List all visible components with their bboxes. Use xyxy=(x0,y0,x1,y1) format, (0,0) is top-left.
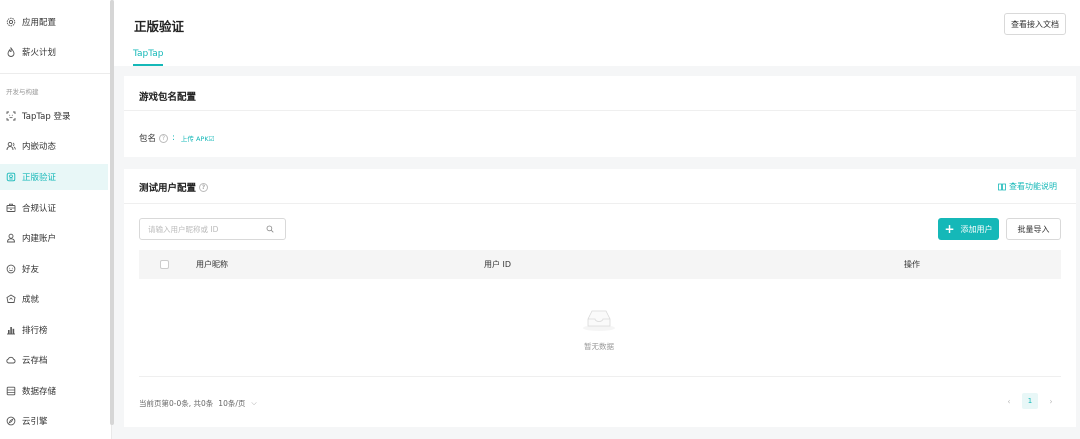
tab-taptap[interactable]: TapTap xyxy=(133,49,163,59)
column-header-user-id: 用户 ID xyxy=(484,260,512,269)
sidebar-item-label: 云引擎 xyxy=(22,417,48,427)
empty-inbox-icon xyxy=(582,310,616,335)
view-docs-button[interactable]: 查看接入文档 xyxy=(1004,13,1066,35)
add-user-button[interactable]: + 添加用户 xyxy=(938,218,999,240)
pagination-info: 当前页第0-0条, 共0条 10条/页 ⌵ xyxy=(139,398,257,409)
pagination: ‹ 1 › xyxy=(1002,393,1058,409)
package-row: 包名 ? : 上传 APK☑ xyxy=(139,132,214,144)
package-config-card: 游戏包名配置 包名 ? : 上传 APK☑ xyxy=(124,76,1076,157)
gear-icon xyxy=(6,17,16,27)
sidebar-section-label: 开发与构建 xyxy=(6,88,39,96)
sidebar-item-label: 数据存储 xyxy=(22,387,57,397)
sidebar-item-taptap-login[interactable]: TapTap 登录 xyxy=(0,103,108,129)
sidebar: 应用配置 薪火计划 开发与构建 TapTap 登录 内嵌动态 正版验证 合规认证 xyxy=(0,0,112,439)
card-divider xyxy=(124,203,1076,204)
card-divider xyxy=(124,110,1076,111)
table-header: 用户昵称 用户 ID 操作 xyxy=(139,250,1061,279)
sidebar-item-friends[interactable]: 好友 xyxy=(0,256,108,282)
test-user-card: 测试用户配置 ? 查看功能说明 + 添加用户 批量导入 用户昵称 用户 ID 操… xyxy=(124,169,1076,427)
footer-divider xyxy=(139,376,1061,377)
search-input[interactable] xyxy=(148,224,266,234)
column-header-actions: 操作 xyxy=(904,260,920,269)
sidebar-item-label: 成就 xyxy=(22,295,40,305)
sidebar-item-cloud-save[interactable]: 云存档 xyxy=(0,347,108,373)
sidebar-item-label: 云存档 xyxy=(22,356,48,366)
package-config-title: 游戏包名配置 xyxy=(139,92,197,103)
page-number-current[interactable]: 1 xyxy=(1022,393,1038,409)
search-box xyxy=(139,218,286,240)
scan-icon xyxy=(6,111,16,121)
column-header-nickname: 用户昵称 xyxy=(196,260,228,269)
engine-icon xyxy=(6,416,16,426)
badge-icon xyxy=(6,172,16,182)
next-page-button[interactable]: › xyxy=(1044,397,1058,406)
empty-text: 暂无数据 xyxy=(584,342,614,351)
bulk-import-button[interactable]: 批量导入 xyxy=(1006,218,1061,240)
page-size-select[interactable]: 10条/页 ⌵ xyxy=(218,398,256,409)
sidebar-item-embedded-moments[interactable]: 内嵌动态 xyxy=(0,133,108,159)
id-card-icon xyxy=(6,203,16,213)
sidebar-item-license-verification[interactable]: 正版验证 xyxy=(0,164,108,190)
database-icon xyxy=(6,386,16,396)
plus-icon: + xyxy=(944,222,955,236)
empty-state: 暂无数据 xyxy=(569,306,629,352)
test-user-title: 测试用户配置 xyxy=(139,183,197,194)
help-icon[interactable]: ? xyxy=(199,182,209,192)
sidebar-item-achievements[interactable]: 成就 xyxy=(0,286,108,312)
tab-active-indicator xyxy=(133,64,163,66)
search-icon[interactable] xyxy=(266,225,274,233)
book-icon xyxy=(998,183,1006,191)
test-user-title-row: 测试用户配置 ? xyxy=(139,180,209,194)
chevron-down-icon: ⌵ xyxy=(251,399,257,407)
select-all-checkbox[interactable] xyxy=(160,260,169,269)
flame-icon xyxy=(6,47,16,57)
sidebar-item-label: 薪火计划 xyxy=(22,48,57,58)
sidebar-item-label: 内嵌动态 xyxy=(22,142,57,152)
package-label: 包名 xyxy=(139,134,157,144)
sidebar-item-cloud-engine[interactable]: 云引擎 xyxy=(0,408,108,434)
sidebar-item-built-in-account[interactable]: 内建账户 xyxy=(0,225,108,251)
users-icon xyxy=(6,141,16,151)
sidebar-item-label: 应用配置 xyxy=(22,18,57,28)
prev-page-button[interactable]: ‹ xyxy=(1002,397,1016,406)
sidebar-item-label: 合规认证 xyxy=(22,204,57,214)
sidebar-divider xyxy=(0,73,110,74)
sidebar-item-leaderboard[interactable]: 排行榜 xyxy=(0,317,108,343)
sidebar-item-label: 排行榜 xyxy=(22,326,48,336)
package-colon: : xyxy=(172,133,175,143)
view-function-docs-link[interactable]: 查看功能说明 xyxy=(998,181,1057,192)
sidebar-item-app-config[interactable]: 应用配置 xyxy=(0,9,108,35)
upload-apk-link[interactable]: 上传 APK☑ xyxy=(181,133,215,143)
sidebar-item-compliance[interactable]: 合规认证 xyxy=(0,195,108,221)
bar-chart-icon xyxy=(6,325,16,335)
sidebar-item-label: 正版验证 xyxy=(22,173,57,183)
help-icon[interactable]: ? xyxy=(159,133,169,143)
sidebar-item-label: 好友 xyxy=(22,265,40,275)
function-link-label: 查看功能说明 xyxy=(1009,182,1057,191)
page-range-text: 当前页第0-0条, 共0条 xyxy=(139,399,214,408)
cloud-icon xyxy=(6,355,16,365)
trophy-icon xyxy=(6,294,16,304)
account-icon xyxy=(6,233,16,243)
sidebar-item-data-storage[interactable]: 数据存储 xyxy=(0,378,108,404)
sidebar-item-label: TapTap 登录 xyxy=(22,112,71,122)
smile-icon xyxy=(6,264,16,274)
sidebar-item-label: 内建账户 xyxy=(22,234,57,244)
sidebar-item-spark-plan[interactable]: 薪火计划 xyxy=(0,39,108,65)
page-header: 正版验证 查看接入文档 TapTap xyxy=(114,0,1080,66)
page-size-value: 10条/页 xyxy=(218,399,246,408)
add-user-label: 添加用户 xyxy=(960,224,993,234)
page-title: 正版验证 xyxy=(134,19,185,34)
